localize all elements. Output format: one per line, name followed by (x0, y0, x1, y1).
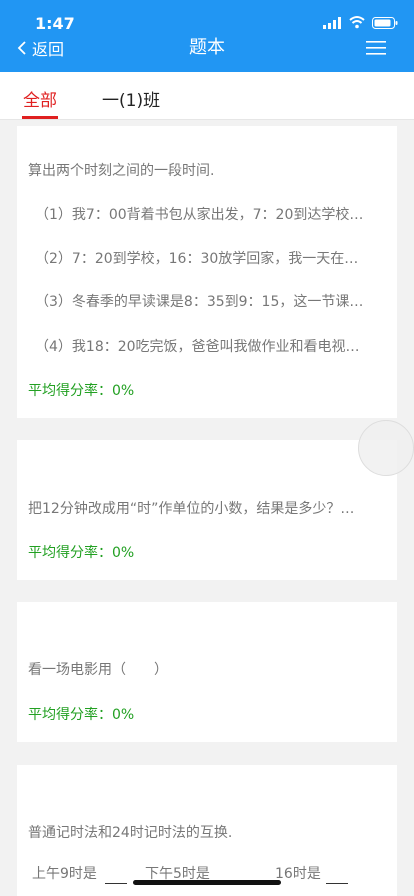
question-text: 普通记时法和24时记时法的互换. (28, 825, 233, 841)
app-header: 1:47 返回 题本 (0, 0, 414, 72)
question-card[interactable]: 看一场电影用（ ） 平均得分率：0% (17, 602, 397, 742)
page-title: 题本 (189, 37, 225, 58)
question-text: 把12分钟改成用“时”作单位的小数，结果是多少？… (28, 501, 355, 517)
blank-prompt: 16时是 (275, 866, 321, 882)
status-bar: 1:47 (0, 0, 414, 36)
sub-question: （2）7：20到学校，16：30放学回家，我一天在… (35, 251, 359, 267)
wifi-icon (349, 16, 365, 29)
menu-icon[interactable] (366, 40, 386, 56)
question-text: 算出两个时刻之间的一段时间. (28, 163, 215, 179)
tab-active-indicator (22, 116, 58, 119)
floating-assistive-button[interactable] (358, 420, 414, 476)
tab-bar: 全部 一(1)班 (0, 72, 414, 120)
question-card[interactable]: 普通记时法和24时记时法的互换. 上午9时是 下午5时是 16时是 (17, 765, 397, 896)
sub-question: （3）冬春季的早读课是8：35到9：15，这一节课… (35, 294, 364, 310)
question-card[interactable]: 算出两个时刻之间的一段时间. （1）我7：00背着书包从家出发，7：20到达学校… (17, 126, 397, 418)
signal-icon (323, 17, 341, 29)
question-card[interactable]: 把12分钟改成用“时”作单位的小数，结果是多少？… 平均得分率：0% (17, 440, 397, 580)
average-score-rate: 平均得分率：0% (28, 707, 135, 723)
sub-question: （1）我7：00背着书包从家出发，7：20到达学校… (35, 207, 364, 223)
answer-blank (326, 883, 348, 884)
sub-question: （4）我18：20吃完饭，爸爸叫我做作业和看电视… (35, 339, 360, 355)
tab-all[interactable]: 全部 (23, 86, 57, 111)
average-score-rate: 平均得分率：0% (28, 383, 135, 399)
tab-class-1-1[interactable]: 一(1)班 (102, 86, 160, 111)
average-score-rate: 平均得分率：0% (28, 545, 135, 561)
home-indicator (133, 880, 281, 885)
battery-icon (372, 17, 398, 29)
status-time: 1:47 (35, 14, 75, 33)
nav-bar: 返回 题本 (0, 36, 414, 72)
answer-blank (105, 883, 127, 884)
question-text: 看一场电影用（ ） (28, 662, 168, 678)
blank-prompt: 上午9时是 (32, 866, 97, 882)
